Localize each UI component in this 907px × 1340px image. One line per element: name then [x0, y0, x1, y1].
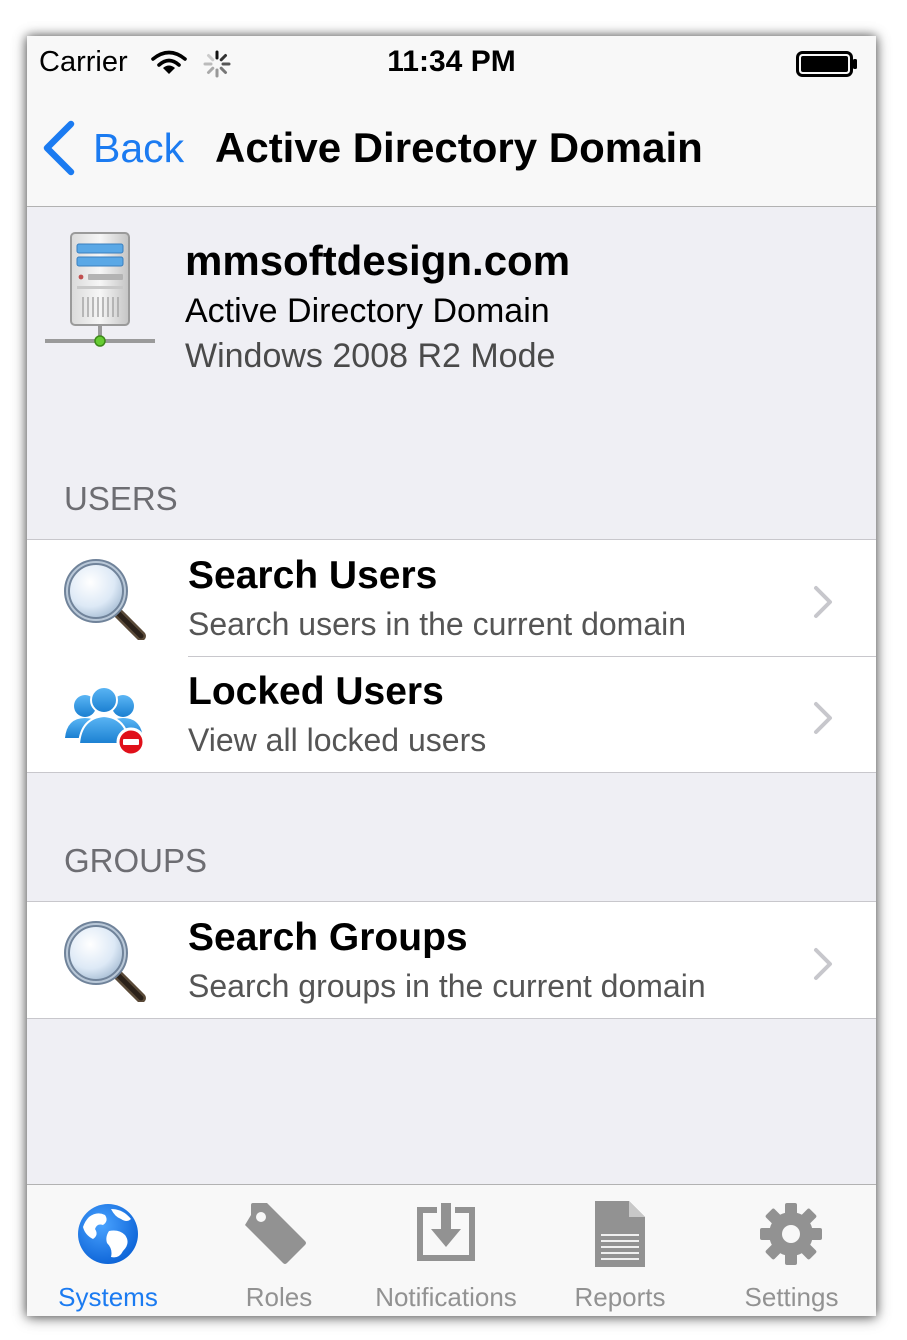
tab-systems[interactable]: Systems [27, 1185, 189, 1316]
back-button[interactable]: Back [41, 120, 184, 176]
users-table: Search Users Search users in the current… [27, 539, 876, 773]
magnifier-icon [61, 558, 147, 640]
inbox-download-icon [417, 1203, 475, 1261]
gear-icon [760, 1203, 822, 1265]
server-icon [45, 232, 155, 347]
document-icon [595, 1201, 645, 1267]
page-title: Active Directory Domain [215, 124, 703, 171]
globe-icon [78, 1204, 138, 1264]
domain-type: Active Directory Domain [185, 292, 550, 330]
tab-label: Settings [744, 1282, 839, 1312]
groups-table: Search Groups Search groups in the curre… [27, 901, 876, 1019]
tab-label: Roles [245, 1282, 313, 1312]
tag-icon [245, 1203, 306, 1264]
chevron-right-icon [814, 948, 832, 980]
tab-label: Reports [574, 1282, 666, 1312]
cell-title: Search Users [188, 554, 438, 597]
tab-bar: Systems Roles Notifications Reports Sett… [27, 1184, 876, 1316]
navigation-bar: Back Active Directory Domain [27, 90, 876, 207]
battery-icon [796, 51, 857, 77]
cell-title: Search Groups [188, 916, 468, 959]
section-header-users: USERS [64, 480, 178, 517]
tab-settings[interactable]: Settings [707, 1185, 876, 1316]
domain-header: mmsoftdesign.com Active Directory Domain… [27, 207, 876, 477]
section-header-groups: GROUPS [64, 842, 208, 879]
tab-notifications[interactable]: Notifications [361, 1185, 531, 1316]
chevron-right-icon [814, 702, 832, 734]
chevron-right-icon [814, 586, 832, 618]
locked-users-icon [65, 686, 146, 756]
cell-subtitle: View all locked users [188, 722, 487, 758]
tab-roles[interactable]: Roles [197, 1185, 361, 1316]
search-users-cell[interactable]: Search Users Search users in the current… [27, 540, 876, 656]
domain-mode: Windows 2008 R2 Mode [185, 337, 556, 375]
cell-subtitle: Search groups in the current domain [188, 968, 706, 1004]
tab-label: Notifications [375, 1282, 517, 1312]
search-groups-cell[interactable]: Search Groups Search groups in the curre… [27, 902, 876, 1018]
status-time: 11:34 PM [387, 45, 516, 78]
phone-screen: Carrier 11:34 PM Back Active Directory D… [27, 36, 876, 1316]
cell-title: Locked Users [188, 670, 444, 713]
status-bar: Carrier 11:34 PM [27, 36, 876, 90]
cell-subtitle: Search users in the current domain [188, 606, 687, 642]
domain-name: mmsoftdesign.com [185, 237, 571, 284]
back-chevron-icon [43, 120, 75, 176]
tab-label: Systems [58, 1282, 158, 1312]
tab-reports[interactable]: Reports [537, 1185, 703, 1316]
magnifier-icon [61, 920, 147, 1002]
locked-users-cell[interactable]: Locked Users View all locked users [27, 656, 876, 772]
back-label: Back [93, 124, 185, 171]
